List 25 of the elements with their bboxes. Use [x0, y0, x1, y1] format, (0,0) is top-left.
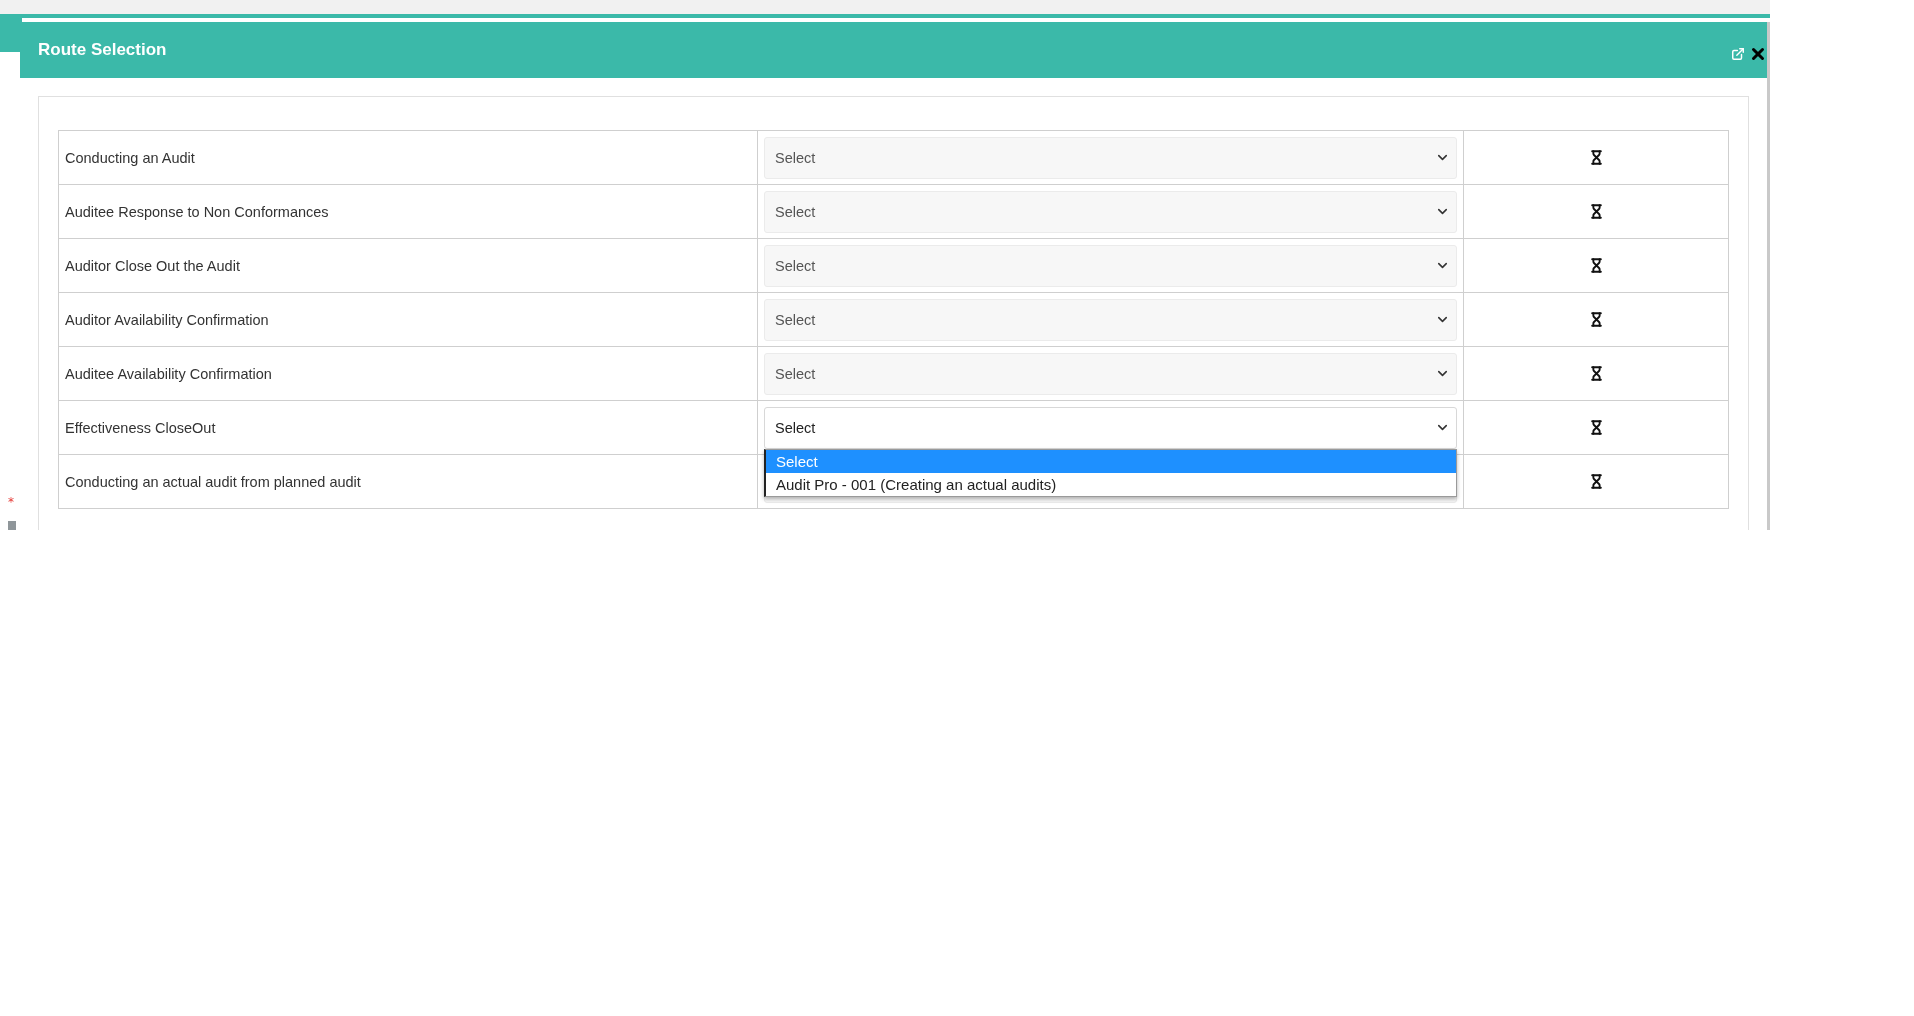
handle-square [8, 521, 16, 530]
step-label: Auditee Availability Confirmation [65, 365, 272, 382]
route-select[interactable]: Select [764, 406, 1457, 449]
step-label: Effectiveness CloseOut [65, 419, 216, 436]
hourglass-icon[interactable] [1588, 312, 1604, 327]
route-select[interactable]: Select [764, 298, 1457, 341]
route-select[interactable]: Select [764, 244, 1457, 287]
step-label: Auditee Response to Non Conformances [65, 203, 329, 220]
step-label: Auditor Availability Confirmation [65, 311, 269, 328]
hourglass-icon[interactable] [1588, 474, 1604, 489]
hourglass-icon[interactable] [1588, 258, 1604, 273]
hourglass-icon[interactable] [1588, 150, 1604, 165]
hourglass-icon[interactable] [1588, 204, 1604, 219]
dialog-title: Route Selection [38, 40, 168, 60]
hourglass-icon[interactable] [1588, 366, 1604, 381]
step-label: Auditor Close Out the Audit [65, 257, 240, 274]
required-mark: * [8, 496, 14, 508]
hourglass-icon[interactable] [1588, 420, 1604, 435]
route-select[interactable]: Select [764, 352, 1457, 395]
step-label: Conducting an actual audit from planned audit [65, 473, 361, 490]
route-select[interactable]: Select [764, 190, 1457, 233]
route-select[interactable]: Select [764, 136, 1457, 179]
step-label: Conducting an Audit [65, 149, 195, 166]
close-icon[interactable] [1749, 45, 1767, 63]
dropdown-option[interactable]: Audit Pro - 001 (Creating an actual audits) [766, 473, 1456, 496]
